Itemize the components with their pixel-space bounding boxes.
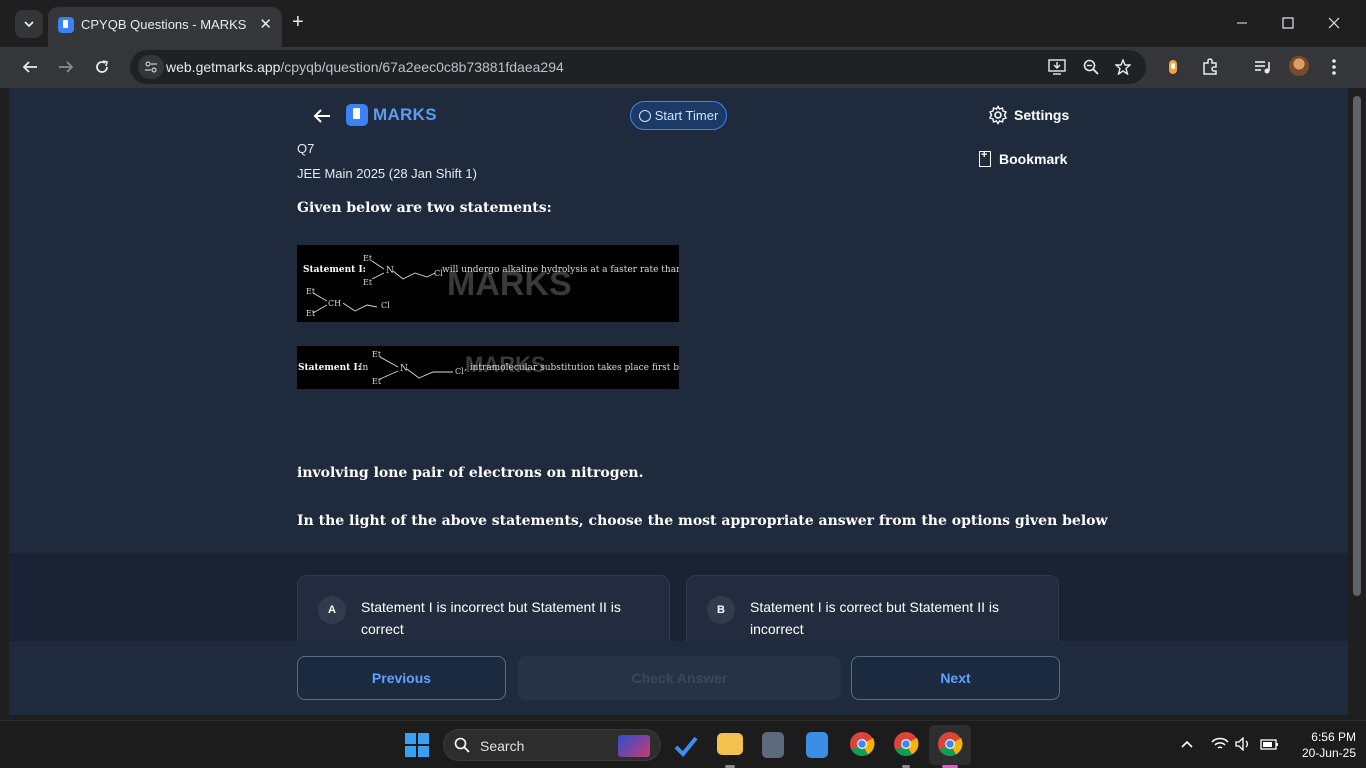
question-continuation: involving lone pair of electrons on nitr… bbox=[297, 465, 644, 481]
maximize-icon[interactable] bbox=[1282, 17, 1294, 29]
question-source: JEE Main 2025 (28 Jan Shift 1) bbox=[297, 166, 477, 181]
wifi-icon[interactable] bbox=[1211, 737, 1229, 751]
settings-label: Settings bbox=[1014, 107, 1070, 123]
bookmark-icon bbox=[979, 149, 991, 167]
search-label: Search bbox=[480, 738, 525, 754]
system-clock[interactable]: 6:56 PM 20-Jun-25 bbox=[1286, 729, 1356, 761]
start-timer-label: Start Timer bbox=[654, 108, 719, 123]
statement-1-image: MARKS Statement I: Et Et N Cl will under… bbox=[297, 245, 679, 322]
search-highlight-icon bbox=[618, 735, 650, 757]
options-section bbox=[9, 553, 1348, 643]
chevron-down-icon bbox=[24, 21, 34, 28]
option-b-text: Statement I is correct but Statement II … bbox=[750, 599, 999, 637]
volume-icon[interactable] bbox=[1235, 737, 1251, 751]
minimize-icon[interactable] bbox=[1236, 17, 1248, 29]
back-arrow-icon[interactable] bbox=[22, 59, 38, 75]
bookmark-label: Bookmark bbox=[999, 151, 1068, 167]
media-control-icon[interactable] bbox=[1254, 59, 1272, 75]
tab-title: CPYQB Questions - MARKS App bbox=[81, 17, 249, 32]
statement-2-text: , intramolecular substitution takes plac… bbox=[464, 363, 679, 373]
next-button[interactable]: Next bbox=[851, 656, 1060, 700]
tab-search-button[interactable] bbox=[15, 10, 43, 38]
windows-taskbar: Search 6:56 PM 20-Jun-25 bbox=[0, 720, 1366, 768]
address-bar[interactable]: web.getmarks.app/cpyqb/question/67a2eec0… bbox=[130, 50, 1146, 84]
settings-button[interactable]: Settings bbox=[988, 105, 1069, 125]
site-info-icon[interactable] bbox=[138, 55, 164, 79]
question-number: Q7 bbox=[297, 141, 315, 156]
close-window-icon[interactable] bbox=[1328, 17, 1340, 29]
chevron-up-icon[interactable] bbox=[1181, 739, 1193, 749]
file-explorer-icon[interactable] bbox=[717, 733, 743, 755]
question-footer: Previous Check Answer Next bbox=[9, 641, 1348, 715]
zoom-icon[interactable] bbox=[1083, 59, 1099, 75]
marks-favicon-icon bbox=[58, 17, 74, 33]
battery-icon[interactable] bbox=[1259, 737, 1279, 751]
url-path: /cpyqb/question/67a2eec0c8b73881fdaea294 bbox=[280, 59, 564, 75]
clock-date: 20-Jun-25 bbox=[1301, 746, 1356, 760]
logo-text: MARKS bbox=[373, 105, 437, 124]
profile-avatar[interactable] bbox=[1289, 56, 1309, 76]
url-host: web.getmarks.app bbox=[166, 59, 281, 75]
option-a-badge: A bbox=[318, 596, 346, 624]
notepad-icon[interactable] bbox=[806, 732, 828, 758]
chem-bonds-1 bbox=[371, 260, 436, 280]
gear-icon bbox=[989, 105, 1007, 125]
scrollbar-thumb[interactable] bbox=[1353, 96, 1361, 596]
marks-logo[interactable]: MARKS bbox=[346, 104, 437, 126]
chrome-profile-icon[interactable] bbox=[893, 731, 919, 757]
install-app-icon[interactable] bbox=[1048, 59, 1066, 75]
option-b-badge: B bbox=[707, 596, 735, 624]
search-icon bbox=[454, 737, 470, 753]
clock-icon bbox=[638, 109, 651, 122]
statement-2-image: MARKS Statement I: In Et Et N Cl , intra… bbox=[297, 346, 679, 389]
back-arrow-icon[interactable] bbox=[313, 108, 331, 124]
clock-time: 6:56 PM bbox=[1311, 730, 1356, 744]
page-scrollbar[interactable] bbox=[1348, 88, 1366, 715]
browser-tab-bar: CPYQB Questions - MARKS App ✕ + bbox=[0, 0, 1366, 47]
question-intro: Given below are two statements: bbox=[297, 200, 552, 216]
bookmark-button[interactable]: Bookmark bbox=[979, 149, 1068, 167]
check-answer-button[interactable]: Check Answer bbox=[518, 656, 841, 700]
todo-app-icon[interactable] bbox=[673, 733, 699, 759]
new-tab-button[interactable]: + bbox=[292, 12, 304, 32]
question-page: MARKS Start Timer Settings Q7 JEE Main 2… bbox=[9, 88, 1348, 715]
previous-button[interactable]: Previous bbox=[297, 656, 506, 700]
statement-1-label: Statement I: bbox=[303, 265, 366, 275]
option-a-text: Statement I is incorrect but Statement I… bbox=[361, 599, 621, 637]
statement-2-label: Statement I: bbox=[298, 363, 361, 373]
bookmark-star-icon[interactable] bbox=[1115, 59, 1131, 75]
question-prompt: In the light of the above statements, ch… bbox=[297, 513, 1108, 529]
chem-bonds-2 bbox=[312, 292, 378, 314]
start-timer-button[interactable]: Start Timer bbox=[630, 101, 727, 130]
statement-1-text: will undergo alkaline hydrolysis at a fa… bbox=[442, 265, 679, 275]
forward-arrow-icon[interactable] bbox=[58, 59, 74, 75]
chrome-active-icon[interactable] bbox=[937, 731, 963, 757]
close-tab-icon[interactable]: ✕ bbox=[259, 15, 272, 33]
browser-tab-active[interactable]: CPYQB Questions - MARKS App ✕ bbox=[48, 7, 282, 47]
taskbar-search[interactable]: Search bbox=[443, 729, 661, 761]
extension-icon[interactable] bbox=[1166, 59, 1180, 75]
chrome-icon[interactable] bbox=[849, 731, 875, 757]
reload-icon[interactable] bbox=[94, 59, 110, 75]
statement-2-in: In bbox=[359, 363, 369, 373]
more-menu-icon[interactable] bbox=[1330, 58, 1338, 76]
extensions-puzzle-icon[interactable] bbox=[1201, 58, 1219, 76]
windows-start-icon[interactable] bbox=[405, 733, 429, 757]
url-text[interactable]: web.getmarks.app/cpyqb/question/67a2eec0… bbox=[166, 59, 564, 75]
chem-bonds-3 bbox=[379, 356, 453, 380]
calculator-icon[interactable] bbox=[762, 732, 784, 758]
marks-logo-icon bbox=[346, 104, 368, 126]
browser-toolbar: web.getmarks.app/cpyqb/question/67a2eec0… bbox=[0, 47, 1366, 88]
